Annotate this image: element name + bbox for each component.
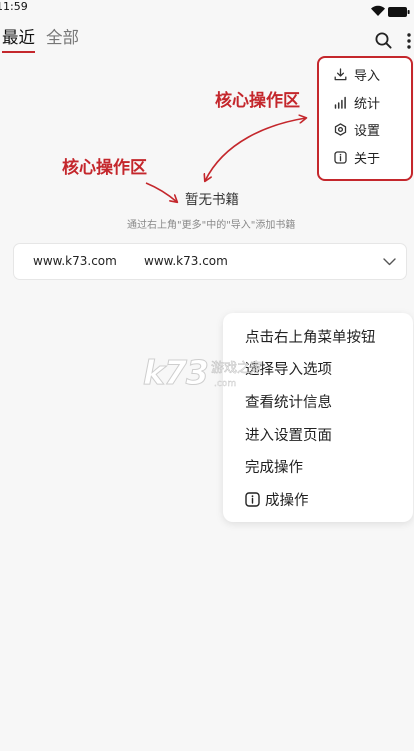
selector-value: www.k73.com	[33, 254, 117, 268]
step-label: 选择导入选项	[245, 362, 332, 379]
annotation-arrow-menu	[205, 118, 306, 181]
wifi-icon	[371, 1, 385, 16]
step-item[interactable]: 查看统计信息	[223, 385, 413, 418]
step-item[interactable]: 完成操作	[223, 450, 413, 483]
menu-item-settings[interactable]: 设置	[319, 116, 411, 144]
battery-icon	[388, 2, 410, 17]
chevron-down-icon	[383, 258, 396, 266]
empty-state-hint: 通过右上角"更多"中的"导入"添加书籍	[127, 220, 296, 231]
step-item[interactable]: 选择导入选项	[223, 353, 413, 386]
tab-all[interactable]: 全部	[46, 27, 79, 49]
menu-item-label: 统计	[354, 96, 381, 112]
step-label: 成操作	[265, 492, 309, 509]
info-icon	[334, 151, 347, 164]
more-menu: 导入 统计 设置 关于	[317, 56, 413, 181]
empty-state-title: 暂无书籍	[185, 192, 239, 208]
status-time: 11:59	[0, 0, 28, 13]
menu-item-about[interactable]: 关于	[319, 144, 411, 172]
info-icon	[245, 492, 260, 507]
settings-icon	[334, 123, 347, 137]
tab-recent[interactable]: 最近	[2, 27, 35, 49]
annotation-label-empty: 核心操作区	[62, 158, 147, 178]
source-selector[interactable]: www.k73.com www.k73.com	[13, 243, 407, 280]
step-label: 完成操作	[245, 460, 303, 477]
step-item[interactable]: 进入设置页面	[223, 418, 413, 451]
download-icon	[334, 68, 347, 81]
menu-item-label: 导入	[354, 69, 381, 85]
bar-chart-icon	[334, 96, 346, 109]
step-item[interactable]: 成操作	[223, 483, 413, 516]
annotation-label-menu: 核心操作区	[215, 91, 300, 111]
watermark-brand: k73	[143, 353, 210, 392]
search-icon[interactable]	[375, 32, 392, 49]
step-item[interactable]: 点击右上角菜单按钮	[223, 320, 413, 353]
step-label: 查看统计信息	[245, 394, 332, 411]
menu-item-label: 设置	[354, 124, 381, 140]
menu-item-label: 关于	[354, 151, 381, 167]
step-label: 进入设置页面	[245, 427, 332, 444]
active-tab-indicator	[2, 51, 35, 53]
step-label: 点击右上角菜单按钮	[245, 329, 376, 346]
more-vertical-icon[interactable]	[405, 32, 413, 50]
steps-card: 点击右上角菜单按钮 选择导入选项 查看统计信息 进入设置页面 完成操作 成操作	[223, 313, 413, 522]
annotation-arrow-empty	[145, 182, 177, 202]
menu-item-stats[interactable]: 统计	[319, 89, 411, 117]
menu-item-import[interactable]: 导入	[319, 61, 411, 89]
selector-value: www.k73.com	[144, 254, 228, 268]
